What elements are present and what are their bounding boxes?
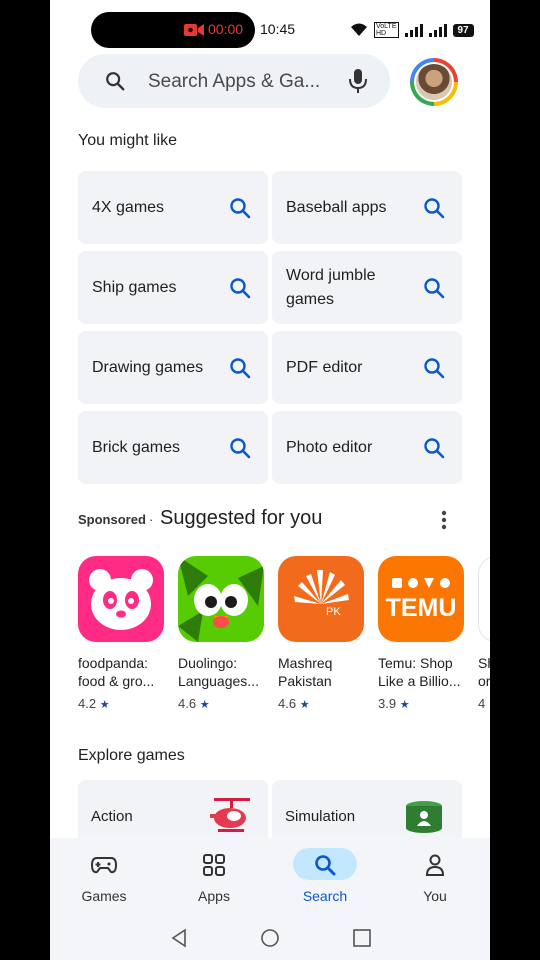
chip-label: Brick games	[92, 438, 181, 456]
separator-dot: ·	[149, 512, 154, 527]
app-rating: 4.6 ★	[278, 696, 310, 711]
suggestion-chip[interactable]: Photo editor	[272, 411, 462, 484]
volte-badge: VoLTE HD	[374, 22, 399, 38]
search-input[interactable]: Search Apps & Ga...	[148, 71, 320, 93]
nav-label: Apps	[198, 888, 230, 904]
search-icon	[424, 358, 445, 379]
nav-you[interactable]: You	[395, 838, 475, 920]
search-icon	[230, 198, 251, 219]
more-options-icon[interactable]	[438, 508, 450, 532]
nav-label: Games	[81, 888, 127, 904]
suggestion-chip[interactable]: 4X games	[78, 171, 268, 244]
app-name: Duolingo: Languages...	[178, 655, 259, 689]
nav-label: Search	[302, 888, 348, 904]
suggestion-chip[interactable]: Baseball apps	[272, 171, 462, 244]
status-icons: VoLTE HD 97	[350, 21, 474, 39]
nav-games[interactable]: Games	[64, 838, 144, 920]
app-card-foodpanda[interactable]: foodpanda: food & gro... 4.2 ★	[78, 556, 168, 711]
category-label: Simulation	[285, 808, 356, 825]
chip-label: 4X games	[92, 198, 165, 216]
home-icon[interactable]	[260, 928, 280, 948]
app-rating: 4	[478, 696, 486, 711]
panda-icon	[78, 556, 164, 642]
star-icon: ★	[299, 699, 310, 711]
app-name: foodpanda: food & gro...	[78, 655, 155, 689]
suggestion-chip[interactable]: Drawing games	[78, 331, 268, 404]
search-bar[interactable]: Search Apps & Ga...	[78, 54, 390, 108]
gamepad-icon	[88, 850, 120, 880]
chip-label: Word jumble games	[286, 266, 376, 308]
you-might-like-title: You might like	[78, 132, 178, 149]
app-rating: 3.9 ★	[378, 696, 410, 711]
app-name: Temu: Shop Like a Billio...	[378, 655, 461, 689]
search-icon	[424, 278, 445, 299]
simulation-icon	[406, 801, 442, 833]
category-label: Action	[91, 808, 133, 825]
star-icon: ★	[199, 699, 210, 711]
suggestion-chip[interactable]: PDF editor	[272, 331, 462, 404]
nav-label: You	[423, 888, 447, 904]
mashreq-logo-icon: PK	[278, 556, 364, 642]
temu-logo-icon: TEMU	[378, 556, 464, 642]
suggestion-chip[interactable]: Ship games	[78, 251, 268, 324]
app-rating: 4.6 ★	[178, 696, 210, 711]
suggestion-chip[interactable]: Brick games	[78, 411, 268, 484]
battery-icon: 97	[452, 23, 474, 37]
temu-wordmark: TEMU	[385, 594, 457, 622]
suggestion-chip[interactable]: Word jumble games	[272, 251, 462, 324]
search-icon	[230, 438, 251, 459]
app-name: Mashreq Pakistan	[278, 655, 333, 689]
star-icon: ★	[99, 699, 110, 711]
record-camera-icon	[184, 24, 204, 36]
app-name: Sh or	[478, 655, 490, 689]
play-store-screen: 00:00 10:45 VoLTE HD 97 Search Apps & Ga…	[50, 0, 490, 960]
record-timer: 00:00	[208, 21, 244, 37]
wifi-icon	[351, 23, 367, 36]
sponsored-label: Sponsored	[78, 512, 146, 527]
mashreq-badge: PK	[326, 606, 341, 618]
app-card-temu[interactable]: TEMU Temu: Shop Like a Billio... 3.9 ★	[378, 556, 468, 711]
duolingo-owl-icon	[178, 556, 264, 642]
star-icon: ★	[399, 699, 410, 711]
account-avatar[interactable]	[410, 58, 458, 106]
chip-label: Ship games	[92, 278, 177, 296]
explore-games-title: Explore games	[78, 747, 185, 764]
avatar-photo	[414, 62, 454, 102]
signal-icon-2	[428, 23, 447, 37]
bottom-navigation: Games Apps Search You	[50, 838, 490, 920]
chip-label: PDF editor	[286, 358, 363, 376]
nav-apps[interactable]: Apps	[174, 838, 254, 920]
partial-app-icon	[478, 556, 490, 642]
app-card-mashreq[interactable]: PK Mashreq Pakistan 4.6 ★	[278, 556, 368, 711]
chip-label: Drawing games	[92, 358, 204, 376]
search-icon	[230, 278, 251, 299]
back-icon[interactable]	[170, 928, 188, 948]
status-clock: 10:45	[260, 21, 296, 37]
system-navigation-bar	[50, 920, 490, 960]
app-rating: 4.2 ★	[78, 696, 110, 711]
signal-icon	[404, 23, 423, 37]
helicopter-icon	[210, 798, 250, 832]
suggested-title: Suggested for you	[160, 507, 323, 529]
app-card-partial[interactable]: Sh or 4	[478, 556, 490, 711]
search-icon	[106, 72, 125, 91]
search-icon	[424, 438, 445, 459]
recents-icon[interactable]	[352, 928, 372, 948]
microphone-icon[interactable]	[348, 68, 368, 94]
apps-grid-icon	[198, 850, 230, 880]
app-card-duolingo[interactable]: Duolingo: Languages... 4.6 ★	[178, 556, 268, 711]
chip-label: Photo editor	[286, 438, 373, 456]
search-icon	[424, 198, 445, 219]
person-icon	[419, 850, 451, 880]
search-icon	[230, 358, 251, 379]
chip-label: Baseball apps	[286, 198, 387, 216]
search-icon	[309, 850, 341, 880]
nav-search[interactable]: Search	[285, 838, 365, 920]
